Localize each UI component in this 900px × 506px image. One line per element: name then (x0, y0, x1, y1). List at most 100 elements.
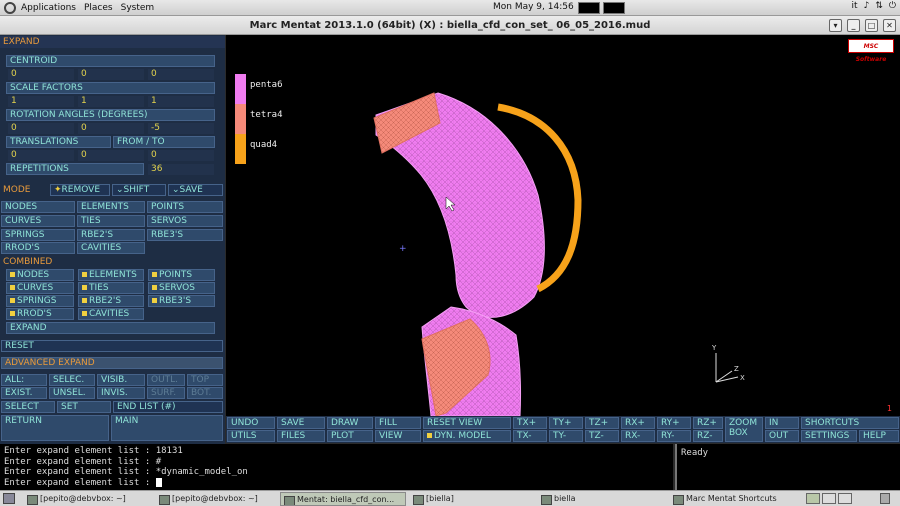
scale-x[interactable]: 1 (8, 96, 74, 107)
help-button[interactable]: HELP (859, 430, 899, 442)
scale-y[interactable]: 1 (78, 96, 144, 107)
centroid-y[interactable]: 0 (78, 69, 144, 80)
trash-icon[interactable] (880, 493, 890, 504)
points-button[interactable]: POINTS (147, 201, 223, 213)
centroid-z[interactable]: 0 (148, 69, 214, 80)
menu-applications[interactable]: Applications (21, 3, 76, 13)
menu-system[interactable]: System (121, 3, 155, 13)
translation-z[interactable]: 0 (148, 150, 214, 161)
tz-minus-button[interactable]: TZ- (585, 430, 619, 442)
cavities-button[interactable]: CAVITIES (77, 242, 145, 254)
tz-plus-button[interactable]: TZ+ (585, 417, 619, 429)
task-mentat[interactable]: Mentat: biella_cfd_con... (280, 492, 406, 506)
combined-springs-button[interactable]: SPRINGS (6, 295, 74, 307)
combined-points-button[interactable]: POINTS (148, 269, 215, 281)
menu-places[interactable]: Places (84, 3, 113, 13)
end-list-button[interactable]: END LIST (#) (113, 401, 223, 413)
set-button[interactable]: SET (57, 401, 111, 413)
nodes-button[interactable]: NODES (1, 201, 75, 213)
scale-factors-label[interactable]: SCALE FACTORS (6, 82, 215, 94)
rotation-x[interactable]: 0 (8, 123, 74, 134)
invisible-button[interactable]: INVIS. (97, 387, 145, 399)
task-biella[interactable]: biella (538, 492, 664, 506)
files-button[interactable]: FILES (277, 430, 325, 442)
combined-curves-button[interactable]: CURVES (6, 282, 74, 294)
combined-nodes-button[interactable]: NODES (6, 269, 74, 281)
rotation-z[interactable]: -5 (148, 123, 214, 134)
save-mode-button[interactable]: ⌄SAVE (168, 184, 223, 196)
combined-ties-button[interactable]: TIES (78, 282, 144, 294)
console-input-line[interactable]: Enter expand element list : (4, 477, 669, 489)
rx-plus-button[interactable]: RX+ (621, 417, 655, 429)
remove-button[interactable]: ✦REMOVE (50, 184, 110, 196)
zoom-in-button[interactable]: IN (765, 417, 799, 429)
view-button[interactable]: VIEW (375, 430, 421, 442)
zoom-out-button[interactable]: OUT (765, 430, 799, 442)
combined-rrods-button[interactable]: RROD'S (6, 308, 74, 320)
command-console[interactable]: Enter expand element list : 18131 Enter … (0, 444, 673, 490)
curves-button[interactable]: CURVES (1, 215, 75, 227)
centroid-label[interactable]: CENTROID (6, 55, 215, 67)
servos-button[interactable]: SERVOS (147, 215, 223, 227)
shift-button[interactable]: ⌄SHIFT (112, 184, 166, 196)
maximize-icon[interactable]: □ (865, 19, 878, 32)
task-shortcuts[interactable]: Marc Mentat Shortcuts (670, 492, 796, 506)
graphics-viewport[interactable]: penta6 tetra4 quad4 MSC Software + Y X Z… (226, 35, 900, 416)
power-icon[interactable]: ⏻ (889, 1, 896, 11)
ry-plus-button[interactable]: RY+ (657, 417, 691, 429)
show-desktop-icon[interactable] (3, 493, 15, 504)
undo-button[interactable]: UNDO (227, 417, 275, 429)
all-selected-button[interactable]: SELEC. (49, 374, 95, 386)
utils-button[interactable]: UTILS (227, 430, 275, 442)
elements-button[interactable]: ELEMENTS (77, 201, 145, 213)
clock[interactable]: Mon May 9, 14:56 (493, 2, 574, 12)
ty-minus-button[interactable]: TY- (549, 430, 583, 442)
translation-x[interactable]: 0 (8, 150, 74, 161)
translations-label[interactable]: TRANSLATIONS (6, 136, 111, 148)
plot-button[interactable]: PLOT (327, 430, 373, 442)
keyboard-layout[interactable]: it (852, 1, 858, 11)
repetitions-value[interactable]: 36 (148, 164, 214, 175)
minimize-icon[interactable]: _ (847, 19, 860, 32)
rotation-y[interactable]: 0 (78, 123, 144, 134)
draw-button[interactable]: DRAW (327, 417, 373, 429)
combined-cavities-button[interactable]: CAVITIES (78, 308, 144, 320)
fill-button[interactable]: FILL (375, 417, 421, 429)
translation-y[interactable]: 0 (78, 150, 144, 161)
zoom-box-button[interactable]: ZOOM BOX (725, 417, 763, 442)
volume-icon[interactable]: ♪ (864, 1, 870, 11)
rrods-button[interactable]: RROD'S (1, 242, 75, 254)
task-biella-folder[interactable]: [biella] (410, 492, 536, 506)
rx-minus-button[interactable]: RX- (621, 430, 655, 442)
springs-button[interactable]: SPRINGS (1, 229, 75, 241)
ry-minus-button[interactable]: RY- (657, 430, 691, 442)
rotation-angles-label[interactable]: ROTATION ANGLES (DEGREES) (6, 109, 215, 121)
tx-plus-button[interactable]: TX+ (513, 417, 547, 429)
window-menu-icon[interactable]: ▾ (829, 19, 842, 32)
combined-servos-button[interactable]: SERVOS (148, 282, 215, 294)
ty-plus-button[interactable]: TY+ (549, 417, 583, 429)
select-button[interactable]: SELECT (1, 401, 55, 413)
settings-button[interactable]: SETTINGS (801, 430, 857, 442)
workspace-3[interactable] (838, 493, 852, 504)
network-icon[interactable]: ⇅ (875, 1, 883, 11)
dyn-model-button[interactable]: DYN. MODEL (423, 430, 511, 442)
reset-view-button[interactable]: RESET VIEW (423, 417, 511, 429)
ties-button[interactable]: TIES (77, 215, 145, 227)
combined-expand-button[interactable]: EXPAND (6, 322, 215, 334)
combined-rbe2s-button[interactable]: RBE2'S (78, 295, 144, 307)
return-button[interactable]: RETURN (1, 415, 109, 441)
unselected-button[interactable]: UNSEL. (49, 387, 95, 399)
tx-minus-button[interactable]: TX- (513, 430, 547, 442)
all-visible-button[interactable]: VISIB. (97, 374, 145, 386)
main-button[interactable]: MAIN (111, 415, 223, 441)
scale-z[interactable]: 1 (148, 96, 214, 107)
existing-button[interactable]: EXIST. (1, 387, 47, 399)
workspace-2[interactable] (822, 493, 836, 504)
combined-rbe3s-button[interactable]: RBE3'S (148, 295, 215, 307)
advanced-expand-button[interactable]: ADVANCED EXPAND (1, 357, 223, 369)
rbe2s-button[interactable]: RBE2'S (77, 229, 145, 241)
close-icon[interactable]: ✕ (883, 19, 896, 32)
repetitions-label[interactable]: REPETITIONS (6, 163, 144, 175)
save-button[interactable]: SAVE (277, 417, 325, 429)
